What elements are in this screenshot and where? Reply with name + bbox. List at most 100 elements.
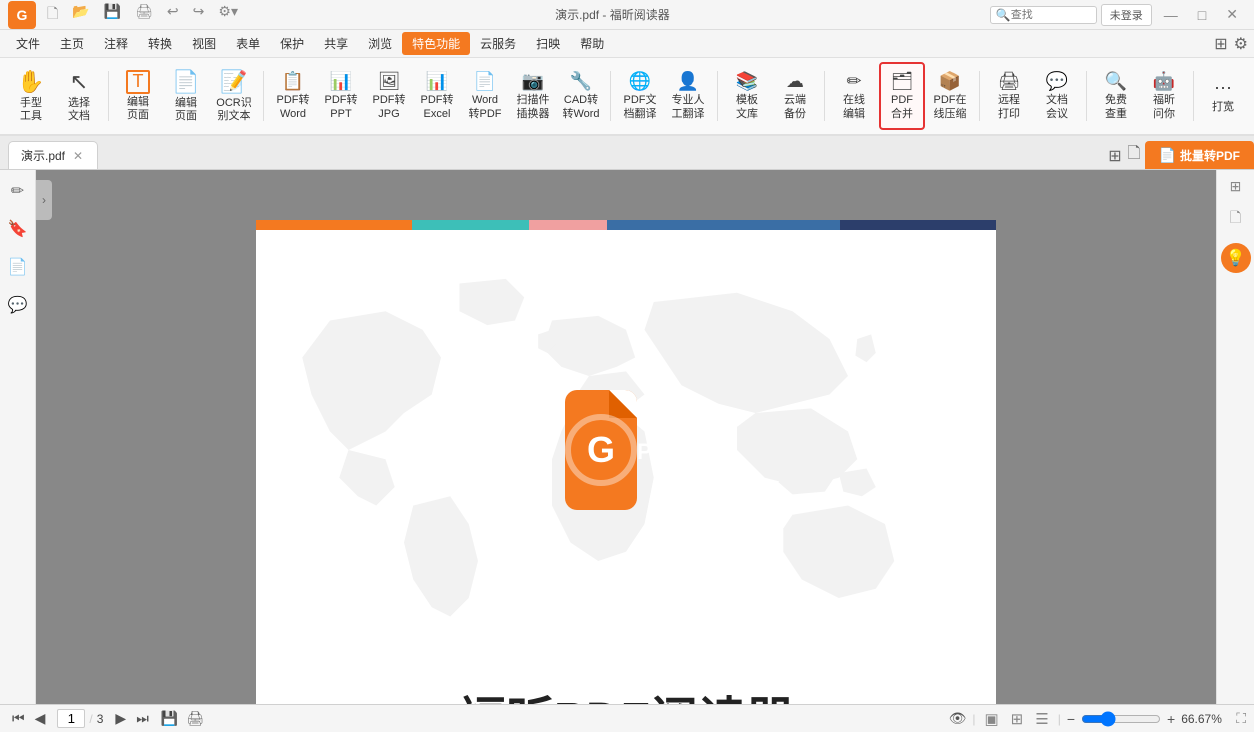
ocr-btn[interactable]: 📝 OCR识别文本: [211, 62, 257, 130]
zoom-view-icon[interactable]: 👁: [949, 710, 967, 727]
ask-me-btn[interactable]: 🤖 福昕问你: [1141, 62, 1187, 130]
settings-icon[interactable]: ⚙: [1234, 34, 1248, 54]
menu-form[interactable]: 表单: [226, 32, 270, 55]
double-page-view-btn[interactable]: ⊞: [1008, 708, 1027, 730]
separator-7: [1086, 71, 1087, 121]
scan-plugin-btn[interactable]: 📷 扫描件插换器: [510, 62, 556, 130]
cloud-backup-btn[interactable]: ☁ 云端备份: [772, 62, 818, 130]
grid-view-icon[interactable]: ⊞: [1108, 146, 1121, 166]
pdf-merge-btn[interactable]: 🗂 PDF合并: [879, 62, 925, 130]
prev-page-btn[interactable]: ◀: [31, 708, 50, 729]
pdf-to-word-label: PDF转Word: [277, 94, 310, 120]
menu-browse[interactable]: 浏览: [358, 32, 402, 55]
ai-translate-icon: 👤: [677, 71, 699, 92]
pdf-logo-g-text: G: [587, 429, 615, 471]
print-btn[interactable]: 🖨: [130, 1, 158, 29]
menu-home[interactable]: 主页: [50, 32, 94, 55]
page-nav-arrows-next: ▶ ⏭: [111, 708, 152, 729]
redo-btn[interactable]: ↪: [188, 1, 210, 29]
menu-convert[interactable]: 转换: [138, 32, 182, 55]
zoom-slider[interactable]: [1081, 711, 1161, 727]
online-edit-btn[interactable]: ✏ 在线编辑: [831, 62, 877, 130]
pdf-to-excel-icon: 📊: [426, 71, 448, 92]
last-page-btn[interactable]: ⏭: [132, 708, 153, 729]
doc-meeting-btn[interactable]: 💬 文档会议: [1034, 62, 1080, 130]
zoom-out-btn[interactable]: −: [1067, 711, 1075, 727]
pdf-tab[interactable]: 演示.pdf ✕: [8, 141, 98, 169]
tab-close-btn[interactable]: ✕: [73, 149, 83, 163]
sidebar-pen-icon[interactable]: ✏: [3, 176, 33, 206]
pdf-to-word-btn[interactable]: 📋 PDF转Word: [270, 62, 316, 130]
window-controls-left: 🗋 📂 💾 🖨 ↩ ↪ ⚙▾: [42, 1, 243, 29]
menu-file[interactable]: 文件: [6, 32, 50, 55]
separator-1: [108, 71, 109, 121]
menu-scan[interactable]: 扫映: [526, 32, 570, 55]
sidebar-page-icon[interactable]: 📄: [3, 252, 33, 282]
menu-help[interactable]: 帮助: [570, 32, 614, 55]
layout-toggle-icon[interactable]: ⊞: [1214, 34, 1227, 54]
sidebar-bookmark-icon[interactable]: 🔖: [3, 214, 33, 244]
search-input[interactable]: [1011, 9, 1091, 21]
pdf-translate-btn[interactable]: 🌐 PDF文档翻译: [617, 62, 663, 130]
menu-share[interactable]: 共享: [314, 32, 358, 55]
sidebar-comment-icon[interactable]: 💬: [3, 290, 33, 320]
remote-print-btn[interactable]: 🖨 远程打印: [986, 62, 1032, 130]
minimize-btn[interactable]: —: [1156, 5, 1186, 25]
ocr-label: OCR识别文本: [216, 97, 251, 123]
print-page-icon[interactable]: 🖨: [186, 710, 204, 727]
pdf-to-ppt-label: PDF转PPT: [325, 94, 358, 120]
word-to-pdf-btn[interactable]: 📄 Word转PDF: [462, 62, 508, 130]
pdf-to-excel-btn[interactable]: 📊 PDF转Excel: [414, 62, 460, 130]
select-tool-btn[interactable]: ↖ 选择文档: [56, 62, 102, 130]
cad-to-word-btn[interactable]: 🔧 CAD转转Word: [558, 62, 604, 130]
save-page-icon[interactable]: 💾: [161, 710, 178, 727]
cad-to-word-icon: 🔧: [570, 71, 592, 92]
open-btn[interactable]: 📂: [67, 1, 94, 29]
menu-view[interactable]: 视图: [182, 32, 226, 55]
pdf-to-jpg-btn[interactable]: 🖼 PDF转JPG: [366, 62, 412, 130]
batch-convert-btn[interactable]: 📄 批量转PDF: [1145, 141, 1254, 169]
search-box[interactable]: 🔍: [990, 6, 1097, 24]
smart-bulb-btn[interactable]: 💡: [1221, 243, 1251, 273]
sidebar-page-thumb-icon[interactable]: 🗋: [1226, 203, 1245, 235]
single-page-view-btn[interactable]: ▣: [981, 708, 1001, 730]
pdf-logo-bg: G: [565, 390, 637, 510]
menu-protect[interactable]: 保护: [270, 32, 314, 55]
new-btn[interactable]: 🗋: [42, 1, 63, 29]
close-btn[interactable]: ✕: [1218, 4, 1246, 25]
batch-btn-label: 批量转PDF: [1180, 147, 1240, 164]
edit-page-icon: 📄: [172, 69, 199, 95]
sidebar-collapse-arrow[interactable]: ›: [36, 180, 52, 220]
pdf-to-ppt-btn[interactable]: 📊 PDF转PPT: [318, 62, 364, 130]
next-page-btn[interactable]: ▶: [111, 708, 130, 729]
thumbnail-icon[interactable]: 🗋: [1128, 142, 1141, 169]
maximize-btn[interactable]: □: [1190, 5, 1214, 25]
edit-page-label: 编辑页面: [175, 97, 197, 123]
user-login-btn[interactable]: 未登录: [1101, 4, 1152, 26]
save-btn[interactable]: 💾: [99, 1, 126, 29]
edit-text-icon: T: [126, 70, 150, 94]
template-lib-btn[interactable]: 📚 模板文库: [724, 62, 770, 130]
scroll-view-btn[interactable]: ☰: [1032, 708, 1051, 730]
menu-cloud[interactable]: 云服务: [470, 32, 526, 55]
first-page-btn[interactable]: ⏮: [8, 708, 29, 729]
grid-layout-icon[interactable]: ⊞: [1226, 174, 1246, 199]
zoom-in-btn[interactable]: +: [1167, 711, 1175, 727]
edit-page-btn[interactable]: 📄 编辑页面: [163, 62, 209, 130]
more-icon: ⋯: [1214, 78, 1232, 99]
search-icon: 🔍: [996, 8, 1011, 22]
pdf-compress-btn[interactable]: 📦 PDF在线压缩: [927, 62, 973, 130]
fullscreen-btn[interactable]: ⛶: [1236, 710, 1246, 727]
hand-tool-btn[interactable]: ✋ 手型工具: [8, 62, 54, 130]
free-review-btn[interactable]: 🔍 免费查重: [1093, 62, 1139, 130]
edit-text-btn[interactable]: T 编辑页面: [115, 62, 161, 130]
menu-comment[interactable]: 注释: [94, 32, 138, 55]
pdf-to-ppt-icon: 📊: [330, 71, 352, 92]
more-btn[interactable]: ⋯ 打宽: [1200, 62, 1246, 130]
menu-features[interactable]: 特色功能: [402, 32, 470, 55]
menu-btn[interactable]: ⚙▾: [213, 1, 243, 29]
ocr-icon: 📝: [220, 69, 247, 95]
page-number-input[interactable]: [57, 709, 85, 728]
ai-translate-btn[interactable]: 👤 专业人工翻译: [665, 62, 711, 130]
undo-btn[interactable]: ↩: [162, 1, 184, 29]
